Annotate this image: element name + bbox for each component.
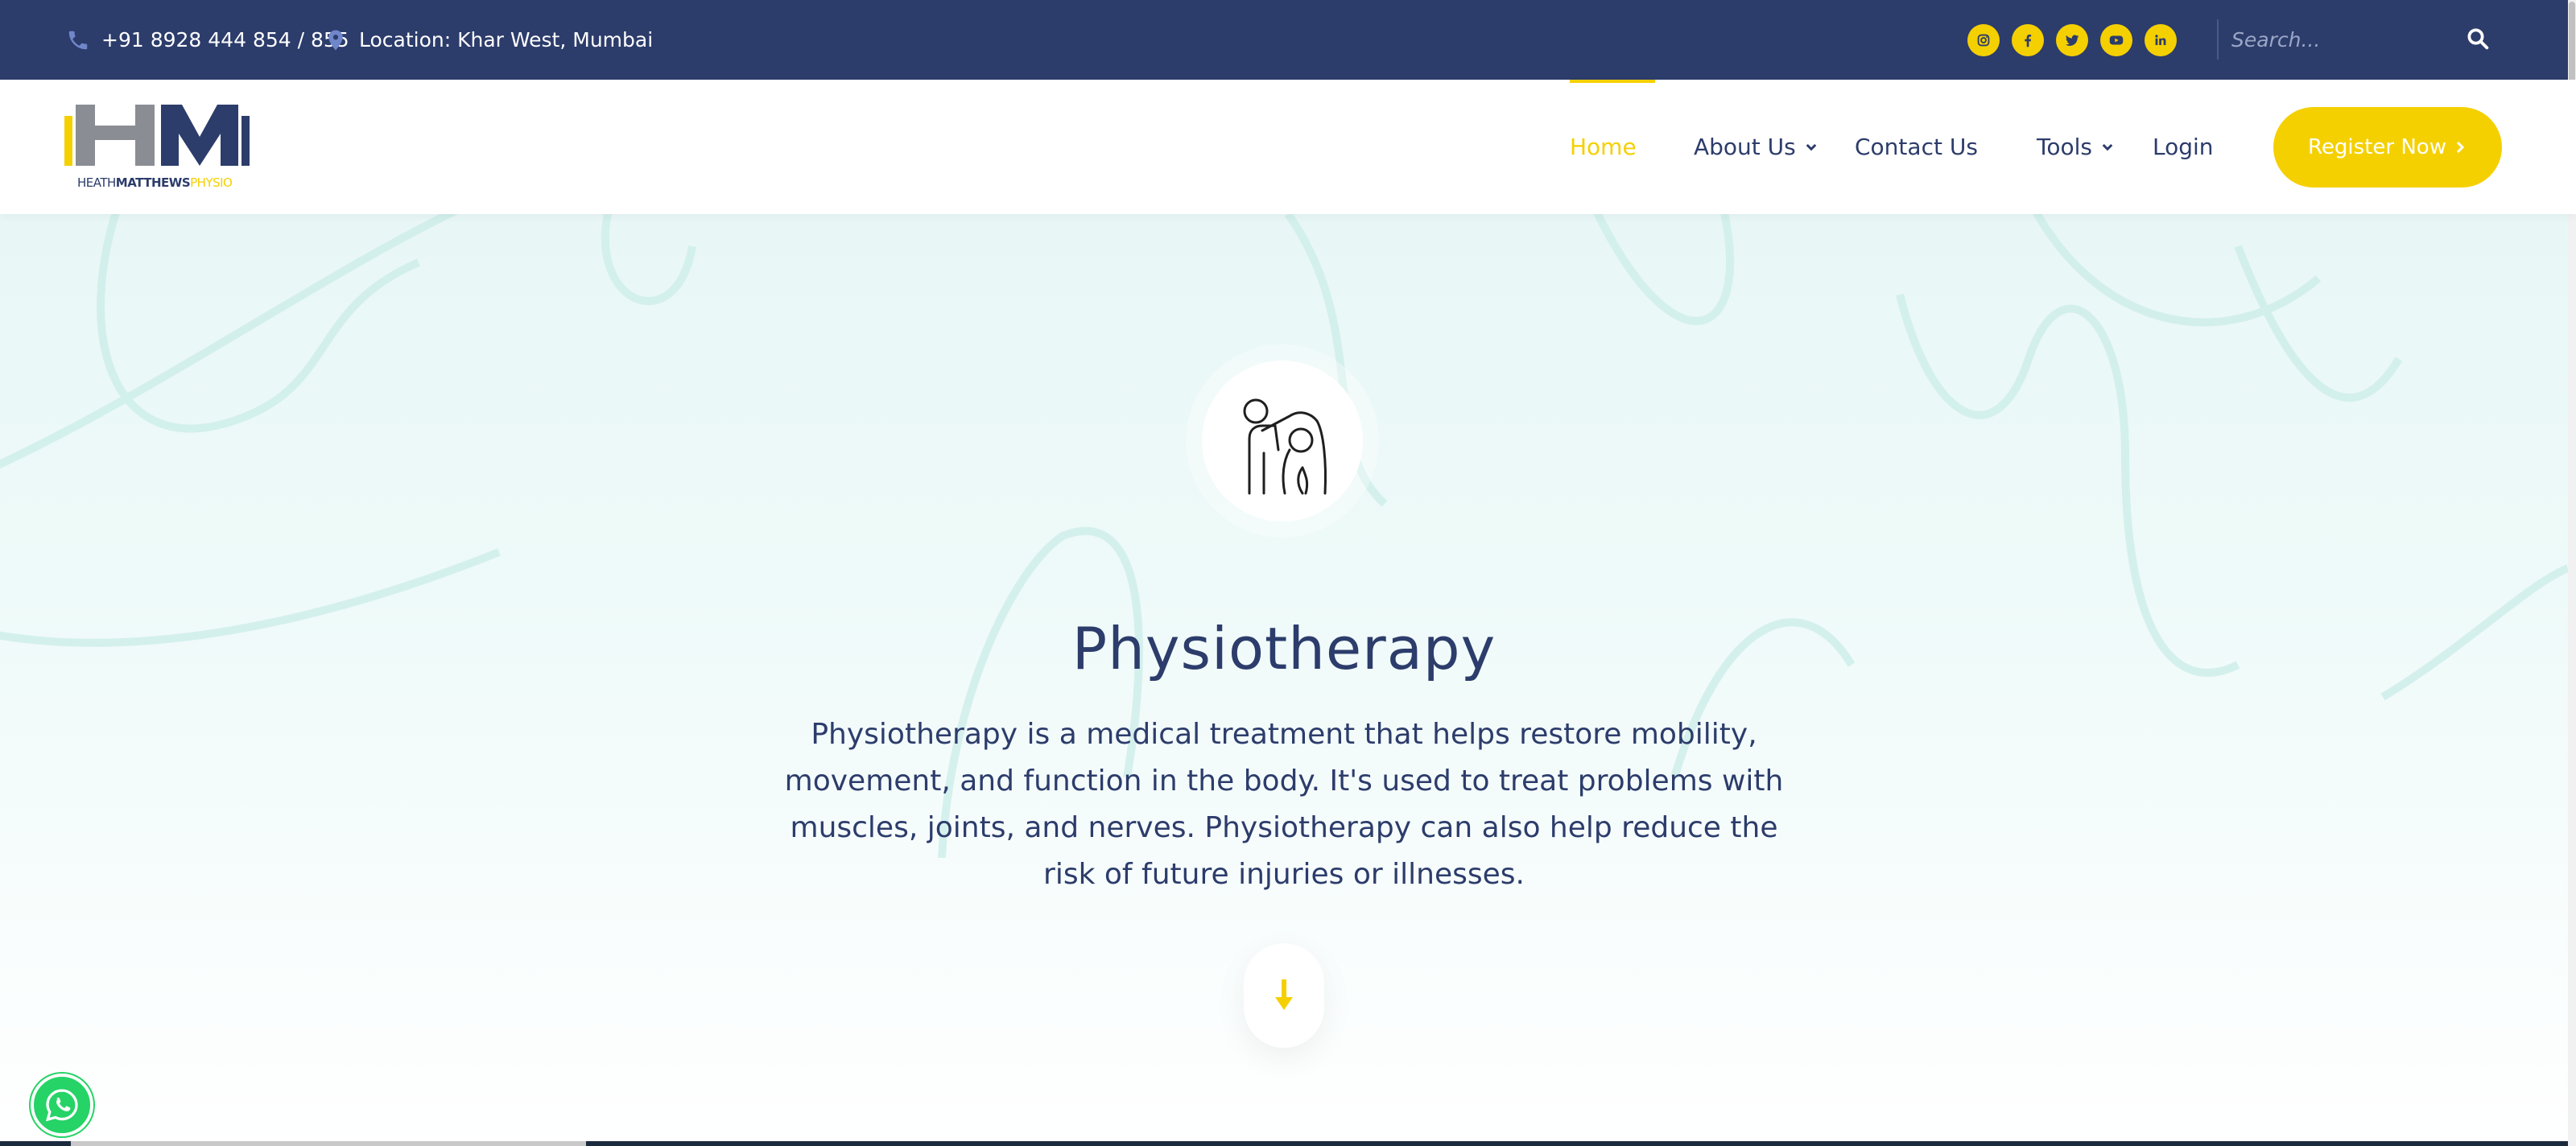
top-bar: +91 8928 444 854 / 855 Location: Khar We… <box>0 0 2576 80</box>
search-button[interactable] <box>2462 23 2494 55</box>
arrow-down-icon <box>1275 979 1293 1010</box>
chevron-down-icon <box>2102 143 2113 150</box>
chevron-down-icon <box>1806 143 1817 150</box>
hero-description: Physiotherapy is a medical treatment tha… <box>784 718 1784 891</box>
hero-section: Physiotherapy Physiotherapy is a medical… <box>0 214 2568 1146</box>
phone-contact[interactable]: +91 8928 444 854 / 855 <box>66 0 349 80</box>
twitter-icon[interactable] <box>2056 24 2088 56</box>
nav-about-us[interactable]: About Us <box>1694 80 1818 214</box>
register-now-button[interactable]: Register Now <box>2273 107 2502 188</box>
nav-home[interactable]: Home <box>1570 80 1637 214</box>
register-label: Register Now <box>2308 135 2446 159</box>
social-links <box>1967 24 2189 56</box>
hm-logo-mark <box>64 105 250 166</box>
search-icon <box>2467 28 2489 50</box>
nav-tools-label: Tools <box>2037 134 2092 160</box>
nav-about-us-label: About Us <box>1694 134 1796 160</box>
phone-number: +91 8928 444 854 / 855 <box>101 28 349 52</box>
phone-icon <box>68 31 88 49</box>
divider <box>2217 19 2219 60</box>
page-title: Physiotherapy <box>1071 615 1496 682</box>
instagram-icon[interactable] <box>1967 24 2000 56</box>
nav-login[interactable]: Login <box>2153 80 2214 214</box>
main-header: HEATHMATTHEWSPHYSIO Home About Us Contac… <box>0 80 2576 214</box>
physiotherapy-icon-badge <box>1202 361 1363 521</box>
location-text: Location: Khar West, Mumbai <box>359 28 654 52</box>
next-section-edge <box>0 1141 2568 1146</box>
whatsapp-chat-button[interactable] <box>31 1074 93 1136</box>
facebook-icon[interactable] <box>2012 24 2044 56</box>
search-input[interactable] <box>2231 19 2449 60</box>
scroll-down-button[interactable] <box>1244 943 1324 1048</box>
site-logo[interactable]: HEATHMATTHEWSPHYSIO <box>64 101 274 194</box>
chevron-right-icon <box>2456 141 2465 154</box>
physiotherapy-icon <box>1243 398 1327 495</box>
location-contact: Location: Khar West, Mumbai <box>324 0 653 80</box>
logo-wordmark: HEATHMATTHEWSPHYSIO <box>77 175 233 190</box>
nav-contact-us[interactable]: Contact Us <box>1855 80 1978 214</box>
whatsapp-icon <box>45 1089 78 1122</box>
nav-tools[interactable]: Tools <box>2037 80 2115 214</box>
map-pin-icon <box>328 30 343 50</box>
youtube-icon[interactable] <box>2100 24 2132 56</box>
linkedin-icon[interactable] <box>2145 24 2177 56</box>
